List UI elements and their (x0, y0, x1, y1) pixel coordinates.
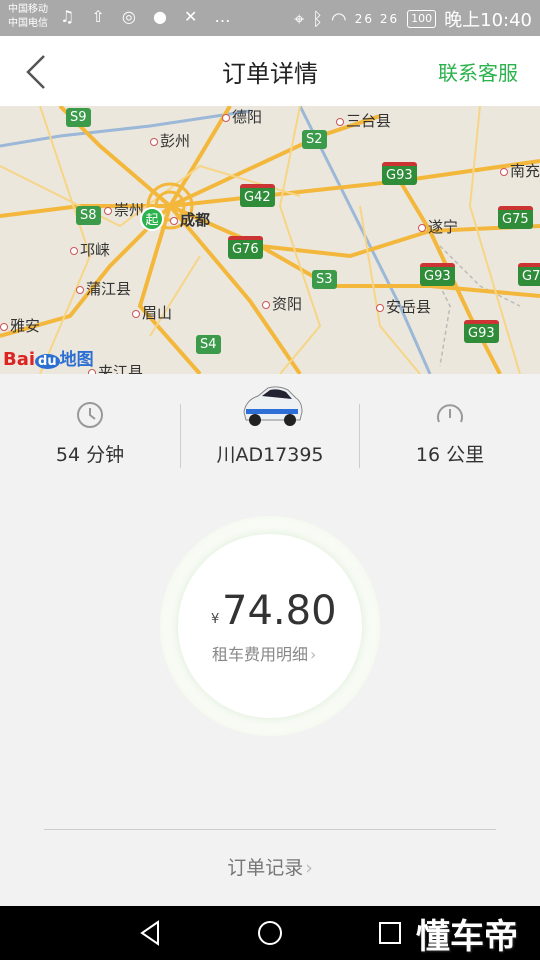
system-nav-bar: 懂车帝 (0, 906, 540, 960)
status-bar: 中国移动 中国电信 ♫ ⇧ ◎ ● ✕ … ⌖ ᛒ ◠ 26 26 100 晚上… (0, 0, 540, 36)
highway-s2: S2 (302, 130, 327, 149)
highway-s3: S3 (312, 270, 337, 289)
highway-g42: G42 (240, 184, 275, 207)
logo-bai: Bai (3, 349, 36, 370)
header: 订单详情 联系客服 (0, 36, 540, 106)
highway-s9: S9 (66, 108, 91, 127)
start-marker: 起 (140, 207, 164, 231)
signal-icon: 26 26 (354, 12, 400, 26)
order-records-link[interactable]: 订单记录 › (0, 853, 540, 880)
city-chengdu: 成都 (170, 209, 210, 230)
carrier-1: 中国移动 (8, 4, 48, 15)
back-triangle-icon[interactable] (130, 906, 170, 960)
stat-distance: 16 公里 (360, 374, 540, 484)
city-santai: 三台县 (336, 110, 391, 131)
bluetooth-icon: ᛒ (312, 8, 324, 30)
city-pujiang: 蒲江县 (76, 278, 131, 299)
clock-time: 晚上10:40 (444, 10, 532, 31)
highway-g75: G75 (498, 206, 533, 229)
fee-amount: 74.80 (222, 588, 337, 634)
duration-value: 54 分钟 (55, 444, 125, 466)
notification-icons: ♫ ⇧ ◎ ● ✕ … (60, 7, 237, 26)
baidu-map-logo: Bai du 地图 (3, 345, 94, 370)
fee-detail-link[interactable]: 租车费用明细 › (212, 641, 316, 665)
highway-s4: S4 (196, 335, 221, 354)
city-suining: 遂宁 (418, 216, 458, 237)
city-ziyang: 资阳 (262, 293, 302, 314)
city-qionglai: 邛崃 (70, 239, 110, 260)
speedometer-icon (437, 404, 463, 423)
chevron-right-icon: › (305, 857, 313, 879)
distance-value: 16 公里 (415, 444, 485, 466)
city-nanchong: 南充 (500, 160, 540, 181)
highway-s8: S8 (76, 206, 101, 225)
home-circle-icon[interactable] (250, 906, 290, 960)
city-jiajiang: 夹江县 (88, 361, 143, 374)
city-yaan: 雅安 (0, 315, 40, 336)
city-anyue: 安岳县 (376, 296, 431, 317)
divider (44, 829, 496, 830)
trip-stats: 54 分钟 川AD17395 16 公里 (0, 374, 540, 484)
city-chongzhou: 崇州 (104, 199, 144, 220)
customer-service-link[interactable]: 联系客服 (438, 57, 518, 86)
order-records-label: 订单记录 (227, 857, 304, 879)
route-map[interactable]: 德阳 彭州 三台县 南充 崇州 成都 遂宁 邛崃 蒲江县 资阳 安岳县 雅安 眉… (0, 106, 540, 374)
carrier-2: 中国电信 (8, 18, 48, 29)
watermark: 懂车帝 (416, 917, 518, 957)
stat-duration: 54 分钟 (0, 374, 180, 484)
logo-ditu: 地图 (59, 350, 94, 370)
logo-du: du (35, 354, 60, 369)
highway-g93-north: G93 (382, 162, 417, 185)
plate-value: 川AD17395 (216, 444, 324, 466)
fee-detail-label: 租车费用明细 (212, 645, 309, 664)
status-right: ⌖ ᛒ ◠ 26 26 100 晚上10:40 (294, 6, 532, 32)
currency-symbol: ¥ (211, 612, 220, 627)
highway-g76: G76 (228, 236, 263, 259)
highway-g93-south: G93 (464, 320, 499, 343)
battery-icon: 100 (407, 10, 437, 28)
city-meishan: 眉山 (132, 302, 172, 323)
wifi-icon: ◠ (331, 8, 347, 30)
stat-plate: 川AD17395 (180, 374, 360, 484)
recents-square-icon[interactable] (370, 906, 410, 960)
highway-g7: G7 (518, 263, 540, 286)
car-image (243, 386, 303, 426)
carrier-names: 中国移动 中国电信 (8, 3, 48, 31)
chevron-right-icon: › (310, 645, 317, 664)
city-pengzhou: 彭州 (150, 130, 190, 151)
location-icon: ⌖ (294, 8, 305, 30)
clock-icon (77, 402, 103, 428)
highway-g93-east: G93 (420, 263, 455, 286)
city-deyang: 德阳 (222, 106, 262, 127)
